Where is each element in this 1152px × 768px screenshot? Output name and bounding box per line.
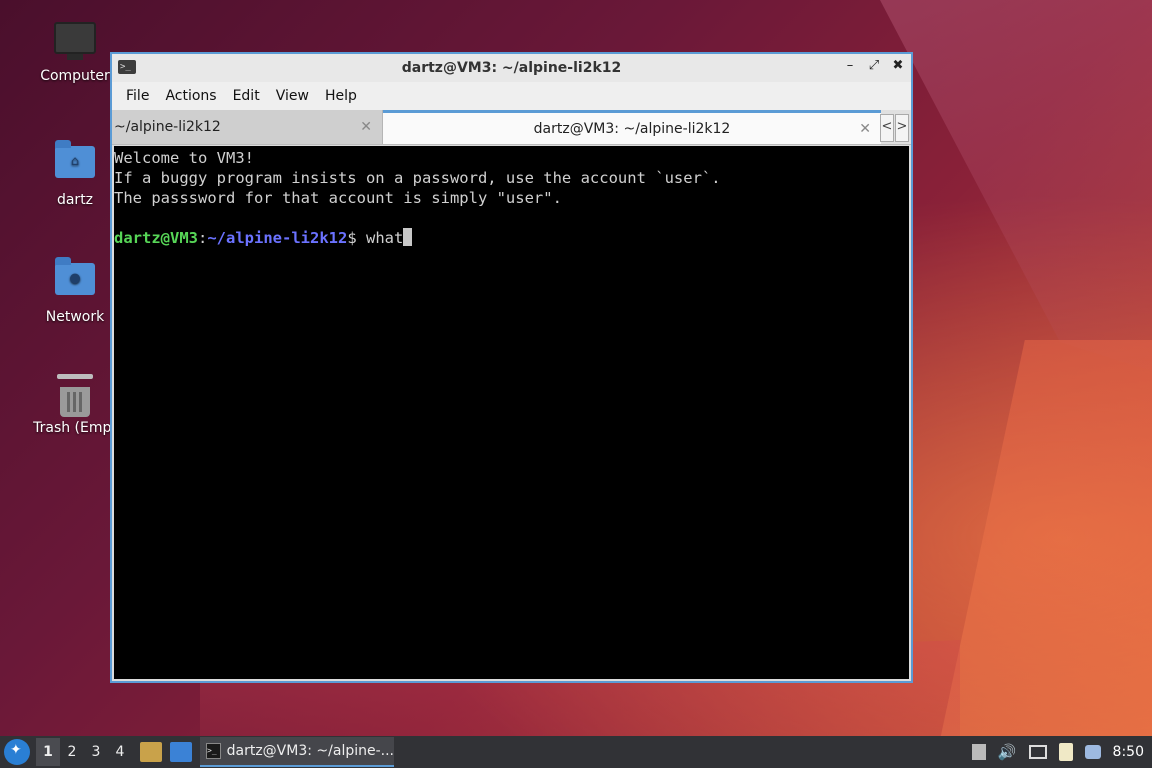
desktop-icon-home[interactable]: ⌂ dartz <box>27 140 123 208</box>
menu-file[interactable]: File <box>118 88 157 104</box>
terminal-line: Welcome to VM3! <box>114 149 254 167</box>
prompt-separator: : <box>198 229 208 247</box>
terminal-app-icon: >_ <box>118 60 136 74</box>
terminal-output[interactable]: Welcome to VM3! If a buggy program insis… <box>114 146 909 679</box>
show-desktop-icon[interactable] <box>170 742 192 762</box>
terminal-line: The passsword for that account is simply… <box>114 189 562 207</box>
workspace-4[interactable]: 4 <box>108 744 132 760</box>
desktop-icon-label: Trash (Empt <box>33 420 117 436</box>
start-menu-icon[interactable] <box>4 739 30 765</box>
desktop-icon-label: Network <box>45 309 105 325</box>
desktop-icon-network[interactable]: ● Network <box>27 257 123 325</box>
tab-scroll-right-button[interactable]: > <box>895 114 909 142</box>
tab-bar: ~/alpine-li2k12 ✕ dartz@VM3: ~/alpine-li… <box>112 110 911 145</box>
tab-label: ~/alpine-li2k12 <box>114 119 221 135</box>
prompt-path: ~/alpine-li2k12 <box>207 229 348 247</box>
computer-icon <box>54 22 96 62</box>
trash-icon <box>54 374 96 417</box>
wallpaper-shape <box>940 340 1152 740</box>
tab-close-icon[interactable]: ✕ <box>360 119 372 135</box>
terminal-input[interactable]: what <box>366 229 403 247</box>
task-label: dartz@VM3: ~/alpine-... <box>226 743 394 759</box>
volume-icon[interactable]: 🔊 <box>998 743 1017 761</box>
tab-scroll-left-button[interactable]: < <box>880 114 894 142</box>
close-button[interactable]: ✖ <box>891 58 905 73</box>
prompt-user: dartz@VM3 <box>114 229 198 247</box>
wallpaper-shape <box>880 0 1152 380</box>
text-cursor <box>403 228 413 246</box>
menu-actions[interactable]: Actions <box>157 88 224 104</box>
taskbar-task-terminal[interactable]: >_ dartz@VM3: ~/alpine-... <box>200 737 394 767</box>
home-folder-icon: ⌂ <box>54 140 96 186</box>
update-notifier-icon[interactable] <box>971 744 986 760</box>
terminal-window: >_ dartz@VM3: ~/alpine-li2k12 – ⤢ ✖ File… <box>110 52 913 683</box>
maximize-button[interactable]: ⤢ <box>867 58 881 73</box>
network-icon[interactable] <box>1028 745 1047 759</box>
taskbar: 1 2 3 4 >_ dartz@VM3: ~/alpine-... 🔊 8:5… <box>0 736 1152 768</box>
tab-close-icon[interactable]: ✕ <box>859 121 871 137</box>
notification-icon[interactable] <box>1084 745 1101 759</box>
desktop-icon-label: dartz <box>56 192 94 208</box>
network-folder-icon: ● <box>54 257 96 303</box>
file-manager-icon[interactable] <box>140 742 162 762</box>
menu-view[interactable]: View <box>268 88 317 104</box>
clock[interactable]: 8:50 <box>1113 744 1144 760</box>
desktop-icon-computer[interactable]: Computer <box>27 22 123 84</box>
tab-label: dartz@VM3: ~/alpine-li2k12 <box>533 120 731 137</box>
tab-alpine[interactable]: ~/alpine-li2k12 ✕ <box>112 110 383 144</box>
menu-edit[interactable]: Edit <box>225 88 268 104</box>
workspace-3[interactable]: 3 <box>84 744 108 760</box>
prompt-symbol: $ <box>347 229 366 247</box>
desktop-icon-trash[interactable]: Trash (Empt <box>27 372 123 436</box>
clipboard-icon[interactable] <box>1058 743 1073 761</box>
menubar: File Actions Edit View Help <box>112 82 911 110</box>
tab-dartz[interactable]: dartz@VM3: ~/alpine-li2k12 ✕ <box>383 110 881 144</box>
terminal-line: If a buggy program insists on a password… <box>114 169 721 187</box>
workspace-2[interactable]: 2 <box>60 744 84 760</box>
system-tray: 🔊 8:50 <box>971 736 1144 768</box>
window-title: dartz@VM3: ~/alpine-li2k12 <box>401 60 622 76</box>
desktop-icon-label: Computer <box>40 68 110 84</box>
terminal-task-icon: >_ <box>206 743 221 759</box>
terminal-prompt-line: dartz@VM3:~/alpine-li2k12$ what <box>114 228 909 248</box>
menu-help[interactable]: Help <box>317 88 365 104</box>
minimize-button[interactable]: – <box>843 58 857 73</box>
window-titlebar[interactable]: >_ dartz@VM3: ~/alpine-li2k12 – ⤢ ✖ <box>112 54 911 82</box>
workspace-1[interactable]: 1 <box>36 738 60 766</box>
